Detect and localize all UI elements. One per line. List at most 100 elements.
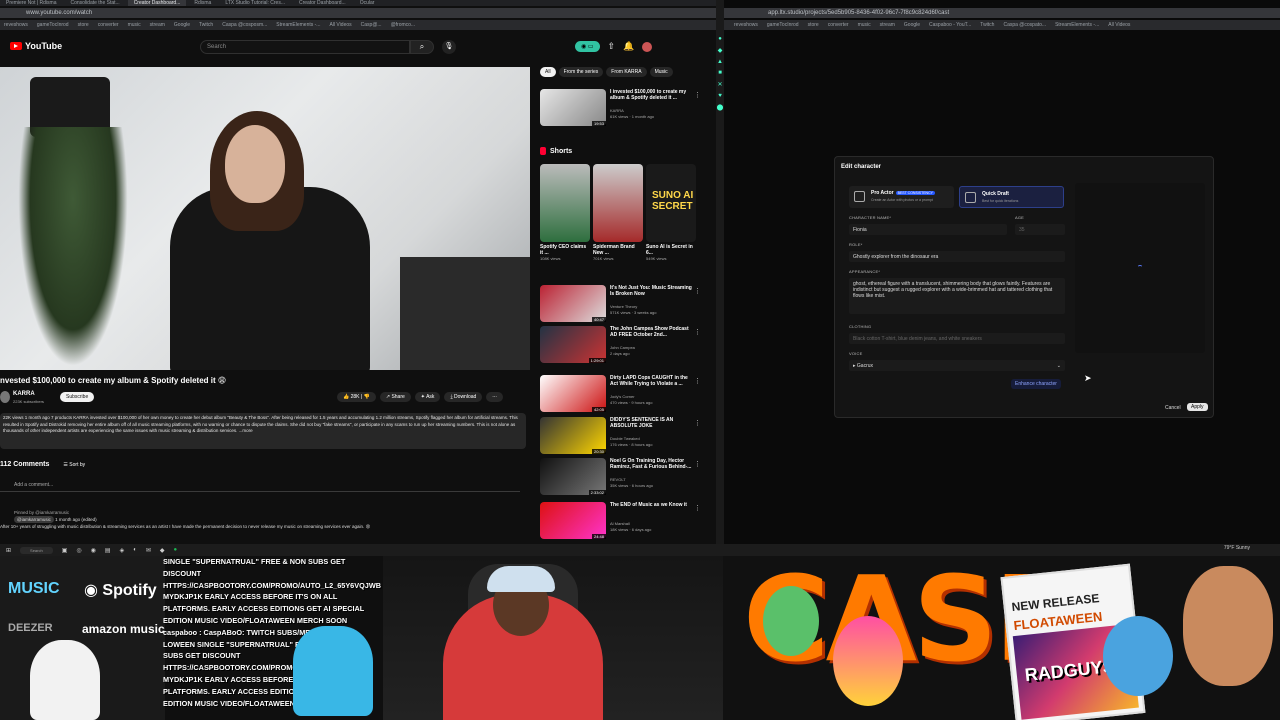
app-icon[interactable]: ◐ [133,547,137,553]
more-icon[interactable]: ⋮ [694,287,701,295]
short-item[interactable]: SUNO AI SECRET Suno AI is Secret in 6... … [646,164,696,261]
more-icon[interactable]: ⋮ [694,419,701,427]
voice-select[interactable]: ▸ Gacrux ⌄ [849,360,1065,371]
bookmark[interactable]: All Videos [1108,20,1130,30]
bookmark[interactable]: stream [880,20,895,30]
extension-icon[interactable]: ✕ [717,81,722,88]
browser-tab[interactable]: Creator Dashboard... [293,0,352,6]
windows-start-icon[interactable]: ⊞ [6,547,11,554]
channel-name[interactable]: KARRA [13,391,35,397]
address-bar[interactable]: app.ltx.studio/projects/5ed5b905-8436-4f… [724,8,1280,18]
browser-tab[interactable]: Ocular [354,0,381,6]
video-description[interactable]: 22K views 1 month ago 7 products KARRA i… [0,413,526,449]
like-button[interactable]: 👍 28K | 👎 [337,392,376,402]
bookmark[interactable]: reveshows [734,20,758,30]
address-bar[interactable]: www.youtube.com/watch [0,8,716,18]
chip-from-series[interactable]: From the series [558,67,604,77]
recommendation-item[interactable]: 2:33:02 Noel G On Training Day, Hector R… [540,458,705,496]
chip-all[interactable]: All [540,67,556,77]
sort-by-button[interactable]: ☰ Sort by [63,462,85,468]
weather-widget[interactable]: 79°F Sunny [1224,545,1250,551]
clothing-input[interactable]: Black cotton T-shirt, blue denim jeans, … [849,333,1065,344]
app-icon[interactable]: ◆ [160,547,165,554]
bookmark[interactable]: Caspa @cosposm... [222,20,267,30]
recommendation-item[interactable]: 19:53 I invested $100,000 to create my a… [540,89,705,127]
browser-tab-active[interactable]: Creator Dashboard... [127,0,187,6]
bookmark[interactable]: gameTocInrod [767,20,799,30]
character-name-input[interactable]: Fionia [849,224,1007,235]
enhance-character-button[interactable]: Enhance character [1011,379,1061,389]
bookmark[interactable]: store [808,20,819,30]
bookmark[interactable]: All Videos [329,20,351,30]
video-player[interactable] [0,67,530,370]
search-input[interactable]: Search [200,40,410,54]
quick-draft-option[interactable]: Quick Draft Best for quick iterations [959,186,1064,208]
add-comment-input[interactable]: Add a comment... [0,480,520,492]
bookmark[interactable]: converter [828,20,849,30]
browser-tab[interactable]: Premiere Not | Rdisma [0,0,62,6]
extension-icon[interactable]: ◆ [718,47,723,54]
extension-icon[interactable]: ⬤ [717,104,724,111]
bookmark[interactable]: Caspa @cospato... [1003,20,1046,30]
streamlabs-button[interactable]: ◉ ▭ [575,41,600,52]
pro-actor-option[interactable]: Pro Actor BEST CONSISTENCY Create an Acto… [849,186,954,208]
bookmark[interactable]: @fromco... [391,20,416,30]
app-icon[interactable]: ▤ [105,547,111,554]
bookmark[interactable]: Twitch [980,20,994,30]
more-icon[interactable]: ⋮ [694,460,701,468]
app-icon[interactable]: ▣ [62,547,68,554]
recommendation-item[interactable]: 20:30 DIDDY'S SENTENCE IS AN ABSOLUTE JO… [540,417,705,455]
upload-icon[interactable]: ⇧ [608,41,616,52]
subscribe-button[interactable]: Subscribe [60,392,95,402]
bookmark[interactable]: reveshows [4,20,28,30]
bookmark[interactable]: Google [904,20,920,30]
extension-icon[interactable]: ■ [718,70,722,76]
bookmark[interactable]: gameTocInrod [37,20,69,30]
bookmark[interactable]: stream [150,20,165,30]
bookmark[interactable]: StreamElements -... [276,20,320,30]
short-item[interactable]: Spiderman Brand New ... 701K views [593,164,643,261]
short-item[interactable]: Spotify CEO claims it ... 108K views [540,164,590,261]
app-icon[interactable]: ◉ [91,547,96,554]
app-icon[interactable]: ✉ [146,547,151,554]
appearance-textarea[interactable]: ghost, ethereal figure with a translucen… [849,278,1065,314]
avatar[interactable] [642,41,653,52]
bookmark[interactable]: Google [174,20,190,30]
chip-from-channel[interactable]: From KARRA [606,67,647,77]
extension-icon[interactable]: ♥ [718,93,722,99]
taskbar-search[interactable]: Search [20,546,53,554]
dislike-icon[interactable]: 👎 [364,394,370,400]
app-icon[interactable]: ◎ [76,547,81,554]
youtube-logo[interactable]: YouTube [10,41,62,51]
browser-tab[interactable]: Consolidate the Stat... [64,0,125,6]
bookmark[interactable]: music [858,20,871,30]
microphone-icon[interactable]: 🎙 [442,40,456,54]
extension-icon[interactable]: ● [718,36,722,42]
recommendation-item[interactable]: 42:05 Dirty LAPD Cops CAUGHT in the Act … [540,375,705,413]
bookmark[interactable]: Casp@... [361,20,382,30]
comment-author[interactable]: @iamkarramusic [14,516,54,523]
bookmark[interactable]: Caspaboo - YouT... [929,20,971,30]
bookmark[interactable]: converter [98,20,119,30]
more-icon[interactable]: ⋮ [694,328,701,336]
more-actions-button[interactable]: ⋯ [486,392,504,402]
age-input[interactable]: 35 [1015,224,1065,235]
search-icon[interactable]: ⌕ [410,40,434,54]
share-button[interactable]: ↗ Share [379,392,411,402]
channel-avatar[interactable] [0,391,10,403]
browser-tab[interactable]: LTX Studio Tutorial: Cres... [219,0,291,6]
apply-button[interactable]: Apply [1187,403,1208,411]
bookmark[interactable]: store [78,20,89,30]
app-icon[interactable]: ◈ [120,547,125,554]
more-icon[interactable]: ⋮ [694,504,701,512]
cancel-button[interactable]: Cancel [1165,405,1181,411]
chip-music[interactable]: Music [649,67,673,77]
bookmark[interactable]: Twitch [199,20,213,30]
ask-button[interactable]: ✦ Ask [414,392,441,402]
recommendation-item[interactable]: 24:48 The END of Music as we Know it Al … [540,502,705,540]
spotify-icon[interactable]: ● [173,547,177,553]
more-icon[interactable]: ⋮ [694,91,701,99]
download-button[interactable]: ⤓ Download [444,392,483,402]
recommendation-item[interactable]: 1:29:01 The John Campea Show Podcast AD … [540,326,705,364]
recommendation-item[interactable]: 40:47 It's Not Just You: Music Streaming… [540,285,705,323]
